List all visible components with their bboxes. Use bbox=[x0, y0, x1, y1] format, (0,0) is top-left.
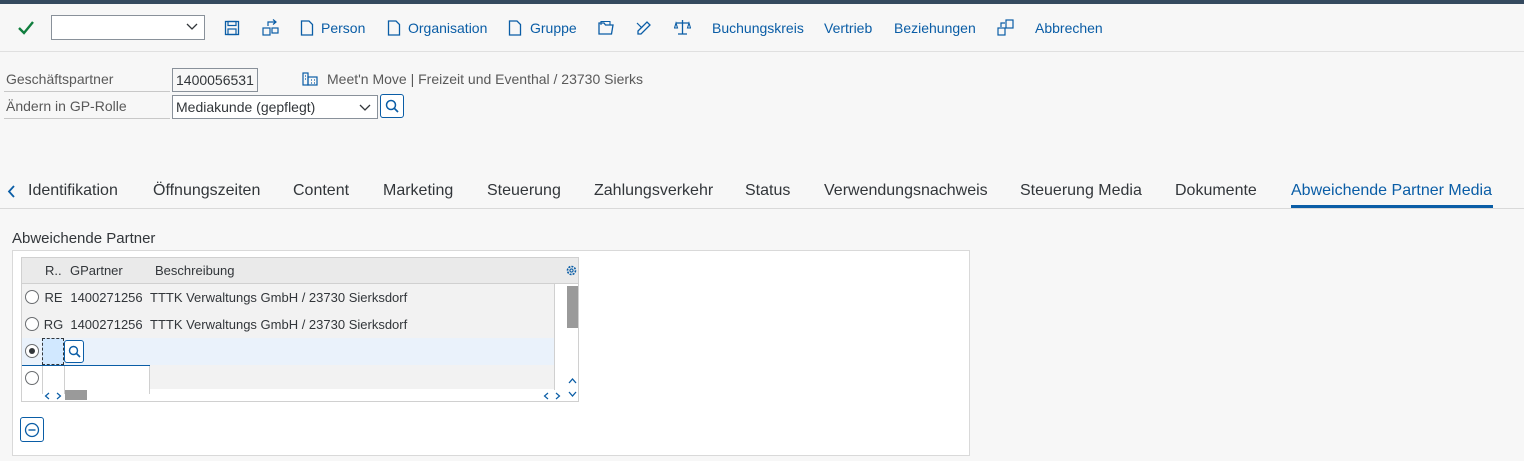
enter-check-button[interactable] bbox=[17, 4, 35, 51]
cell-role: RE bbox=[44, 290, 63, 305]
chevron-left-icon[interactable] bbox=[7, 185, 16, 198]
table-row[interactable]: RE 1400271256 TTTK Verwaltungs GmbH / 23… bbox=[22, 284, 554, 312]
vertical-scrollbar[interactable] bbox=[567, 284, 578, 390]
partner-label: Geschäftspartner bbox=[6, 71, 114, 87]
cell-beschreibung: TTTK Verwaltungs GmbH / 23730 Sierksdorf bbox=[150, 317, 408, 332]
active-tab-indicator bbox=[1291, 205, 1493, 208]
cell-role bbox=[43, 365, 64, 392]
gruppe-button[interactable]: Gruppe bbox=[508, 4, 577, 51]
delete-row-button[interactable] bbox=[20, 417, 44, 442]
partner-table: R.. GPartner Beschreibung RE 1400271256 … bbox=[21, 257, 579, 402]
legal-button[interactable] bbox=[674, 4, 691, 51]
column-divider bbox=[554, 284, 555, 390]
cell-role: RG bbox=[43, 317, 64, 332]
building-icon bbox=[302, 72, 318, 86]
partner-description: Meet'n Move | Freizeit und Eventhal / 23… bbox=[327, 71, 644, 87]
organisation-button[interactable]: Organisation bbox=[387, 4, 487, 51]
value-help-button[interactable] bbox=[64, 340, 84, 363]
relationship-icon bbox=[997, 19, 1014, 36]
row-radio-selected[interactable] bbox=[25, 344, 39, 358]
vertical-scroll-thumb[interactable] bbox=[567, 286, 578, 328]
horizontal-scroll-thumb[interactable] bbox=[65, 390, 87, 400]
cell-beschreibung bbox=[150, 365, 554, 389]
role-label: Ändern in GP-Rolle bbox=[6, 98, 127, 114]
abbrechen-button[interactable]: Abbrechen bbox=[1035, 4, 1103, 51]
table-row-selected[interactable] bbox=[22, 338, 554, 366]
scroll-up-icon[interactable] bbox=[568, 378, 577, 384]
buchungskreis-button[interactable]: Buchungskreis bbox=[712, 4, 804, 51]
remove-icon bbox=[24, 422, 40, 437]
cell-gpartner[interactable] bbox=[64, 365, 149, 392]
section-title: Abweichende Partner bbox=[12, 230, 156, 247]
tab-steuerung[interactable]: Steuerung bbox=[487, 182, 561, 200]
scroll-left-icon[interactable] bbox=[543, 392, 549, 400]
chevron-down-icon[interactable] bbox=[359, 104, 371, 112]
checkmark-icon bbox=[18, 20, 34, 35]
scroll-down-icon[interactable] bbox=[568, 391, 577, 397]
tab-marketing[interactable]: Marketing bbox=[383, 182, 453, 200]
folder-icon bbox=[598, 20, 614, 35]
scroll-right-icon[interactable] bbox=[555, 392, 561, 400]
column-header-beschreibung[interactable]: Beschreibung bbox=[149, 258, 554, 284]
tab-dokumente[interactable]: Dokumente bbox=[1175, 182, 1257, 200]
cell-gpartner[interactable]: 1400271256 bbox=[64, 311, 149, 338]
tab-zahlungsverkehr[interactable]: Zahlungsverkehr bbox=[594, 182, 713, 200]
role-search-button[interactable] bbox=[380, 94, 404, 118]
gear-icon[interactable] bbox=[565, 264, 578, 277]
other-partner-button[interactable] bbox=[262, 4, 279, 51]
cell-beschreibung: TTTK Verwaltungs GmbH / 23730 Sierksdorf bbox=[150, 290, 408, 305]
tab-status[interactable]: Status bbox=[745, 182, 790, 200]
open-folder-button[interactable] bbox=[598, 4, 614, 51]
scroll-left-icon[interactable] bbox=[44, 392, 50, 400]
row-selector-header[interactable] bbox=[22, 258, 42, 284]
table-row[interactable] bbox=[22, 365, 554, 389]
tab-identifikation[interactable]: Identifikation bbox=[28, 182, 118, 200]
table-row[interactable]: RG 1400271256 TTTK Verwaltungs GmbH / 23… bbox=[22, 311, 554, 339]
beziehungen-button[interactable]: Beziehungen bbox=[894, 4, 976, 51]
relationship-button[interactable] bbox=[997, 4, 1014, 51]
tab-abweichende-partner-media[interactable]: Abweichende Partner Media bbox=[1291, 182, 1492, 200]
partner-number-field[interactable]: 1400056531 bbox=[172, 68, 258, 92]
scale-icon bbox=[674, 20, 691, 35]
vertrieb-button[interactable]: Vertrieb bbox=[824, 4, 872, 51]
search-icon bbox=[68, 345, 81, 358]
row-radio[interactable] bbox=[25, 371, 39, 385]
column-header-gpartner[interactable]: GPartner bbox=[64, 258, 149, 284]
command-field[interactable] bbox=[51, 15, 205, 40]
tab-oeffnungszeiten[interactable]: Öffnungszeiten bbox=[153, 182, 260, 200]
chevron-down-icon[interactable] bbox=[186, 23, 198, 31]
tab-steuerung-media[interactable]: Steuerung Media bbox=[1020, 182, 1142, 200]
row-radio[interactable] bbox=[25, 290, 39, 304]
row-radio[interactable] bbox=[25, 317, 39, 331]
scroll-right-icon[interactable] bbox=[56, 392, 62, 400]
document-icon bbox=[300, 19, 314, 36]
cell-gpartner[interactable]: 1400271256 bbox=[64, 284, 149, 311]
tab-verwendungsnachweis[interactable]: Verwendungsnachweis bbox=[824, 182, 988, 200]
application-toolbar: Person Organisation Gruppe Buchungskreis bbox=[0, 4, 1524, 52]
settings-header[interactable] bbox=[554, 258, 578, 284]
save-icon bbox=[224, 20, 240, 35]
edit-icon bbox=[636, 21, 651, 35]
document-icon bbox=[387, 19, 401, 36]
column-header-role[interactable]: R.. bbox=[42, 258, 64, 284]
transfer-icon bbox=[262, 19, 279, 36]
tab-strip: Identifikation Öffnungszeiten Content Ma… bbox=[0, 170, 1524, 209]
role-select[interactable]: Mediakunde (gepflegt) bbox=[172, 95, 378, 119]
save-button[interactable] bbox=[224, 4, 240, 51]
label-underline bbox=[4, 118, 170, 119]
label-underline bbox=[4, 91, 170, 92]
edit-button[interactable] bbox=[636, 4, 653, 51]
cell-role-input[interactable] bbox=[42, 338, 64, 365]
document-icon bbox=[508, 19, 522, 36]
tab-content[interactable]: Content bbox=[293, 182, 349, 200]
search-icon bbox=[385, 99, 399, 113]
cell-beschreibung bbox=[149, 338, 549, 365]
person-button[interactable]: Person bbox=[300, 4, 365, 51]
